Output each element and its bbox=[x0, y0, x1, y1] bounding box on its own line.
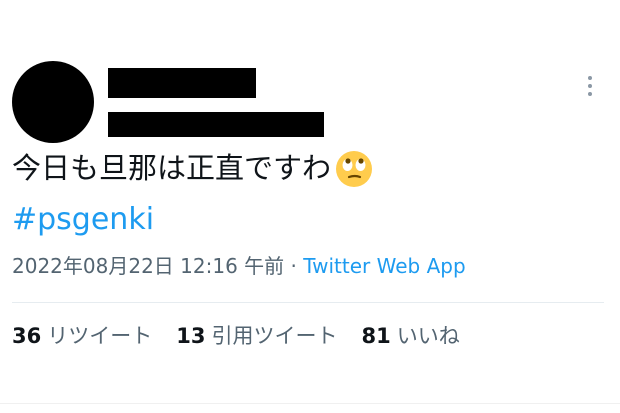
tweet-meta: 2022年08月22日 12:16 午前 · Twitter Web App bbox=[12, 252, 466, 280]
likes-stat[interactable]: 81 いいね bbox=[361, 321, 459, 351]
engagement-stats: 36 リツイート 13 引用ツイート 81 いいね bbox=[12, 321, 460, 351]
display-name-redacted bbox=[108, 68, 256, 98]
divider bbox=[12, 302, 604, 303]
hashtag-link[interactable]: #psgenki bbox=[12, 199, 154, 241]
quotes-stat[interactable]: 13 引用ツイート bbox=[176, 321, 337, 351]
quotes-count: 13 bbox=[176, 324, 206, 348]
timestamp[interactable]: 2022年08月22日 12:16 午前 bbox=[12, 254, 284, 278]
more-options-icon[interactable] bbox=[580, 74, 600, 98]
source-link[interactable]: Twitter Web App bbox=[303, 254, 465, 278]
handle-redacted bbox=[108, 112, 324, 137]
meta-separator: · bbox=[284, 254, 304, 278]
tweet-text-content: 今日も旦那は正直ですわ bbox=[12, 151, 332, 185]
quotes-label: 引用ツイート bbox=[211, 324, 338, 348]
likes-count: 81 bbox=[361, 324, 391, 348]
face-with-rolling-eyes-icon bbox=[336, 151, 373, 187]
retweets-label: リツイート bbox=[47, 324, 153, 348]
retweets-count: 36 bbox=[12, 324, 42, 348]
retweets-stat[interactable]: 36 リツイート bbox=[12, 321, 152, 351]
tweet-text: 今日も旦那は正直ですわ bbox=[12, 148, 374, 188]
avatar[interactable] bbox=[12, 61, 94, 143]
likes-label: いいね bbox=[396, 324, 460, 348]
bottom-divider bbox=[0, 403, 620, 404]
